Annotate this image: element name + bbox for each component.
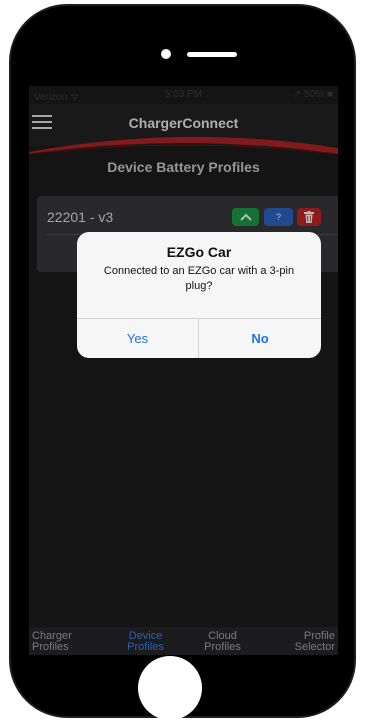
front-camera [161,49,171,59]
yes-button[interactable]: Yes [77,319,198,358]
tab-label-line2: Profiles [204,641,241,653]
tab-label-line2: Selector [294,641,335,653]
tab-device-profiles[interactable]: Device Profiles [107,631,184,653]
tab-bar: Charger Profiles Device Profiles Cloud P… [29,627,338,655]
dialog-title: EZGo Car [166,244,232,260]
tab-label-line2: Profiles [127,641,164,653]
modal-backdrop [29,86,338,655]
home-button[interactable] [138,656,202,720]
earpiece-speaker [187,52,237,57]
tab-charger-profiles[interactable]: Charger Profiles [29,631,106,653]
tab-profile-selector[interactable]: Profile Selector [261,631,338,653]
dialog-message: Connected to an EZGo car with a 3-pin pl… [103,265,295,292]
tab-cloud-profiles[interactable]: Cloud Profiles [184,631,261,653]
app-screen: Verizon ᯤ 5:03 PM ⇗ 50% ■ ChargerConnect… [29,86,338,655]
tab-label-line2: Profiles [32,641,69,653]
alert-dialog: EZGo Car Connected to an EZGo car with a… [77,232,321,358]
phone-frame: Verizon ᯤ 5:03 PM ⇗ 50% ■ ChargerConnect… [9,4,356,718]
no-button[interactable]: No [199,319,321,358]
